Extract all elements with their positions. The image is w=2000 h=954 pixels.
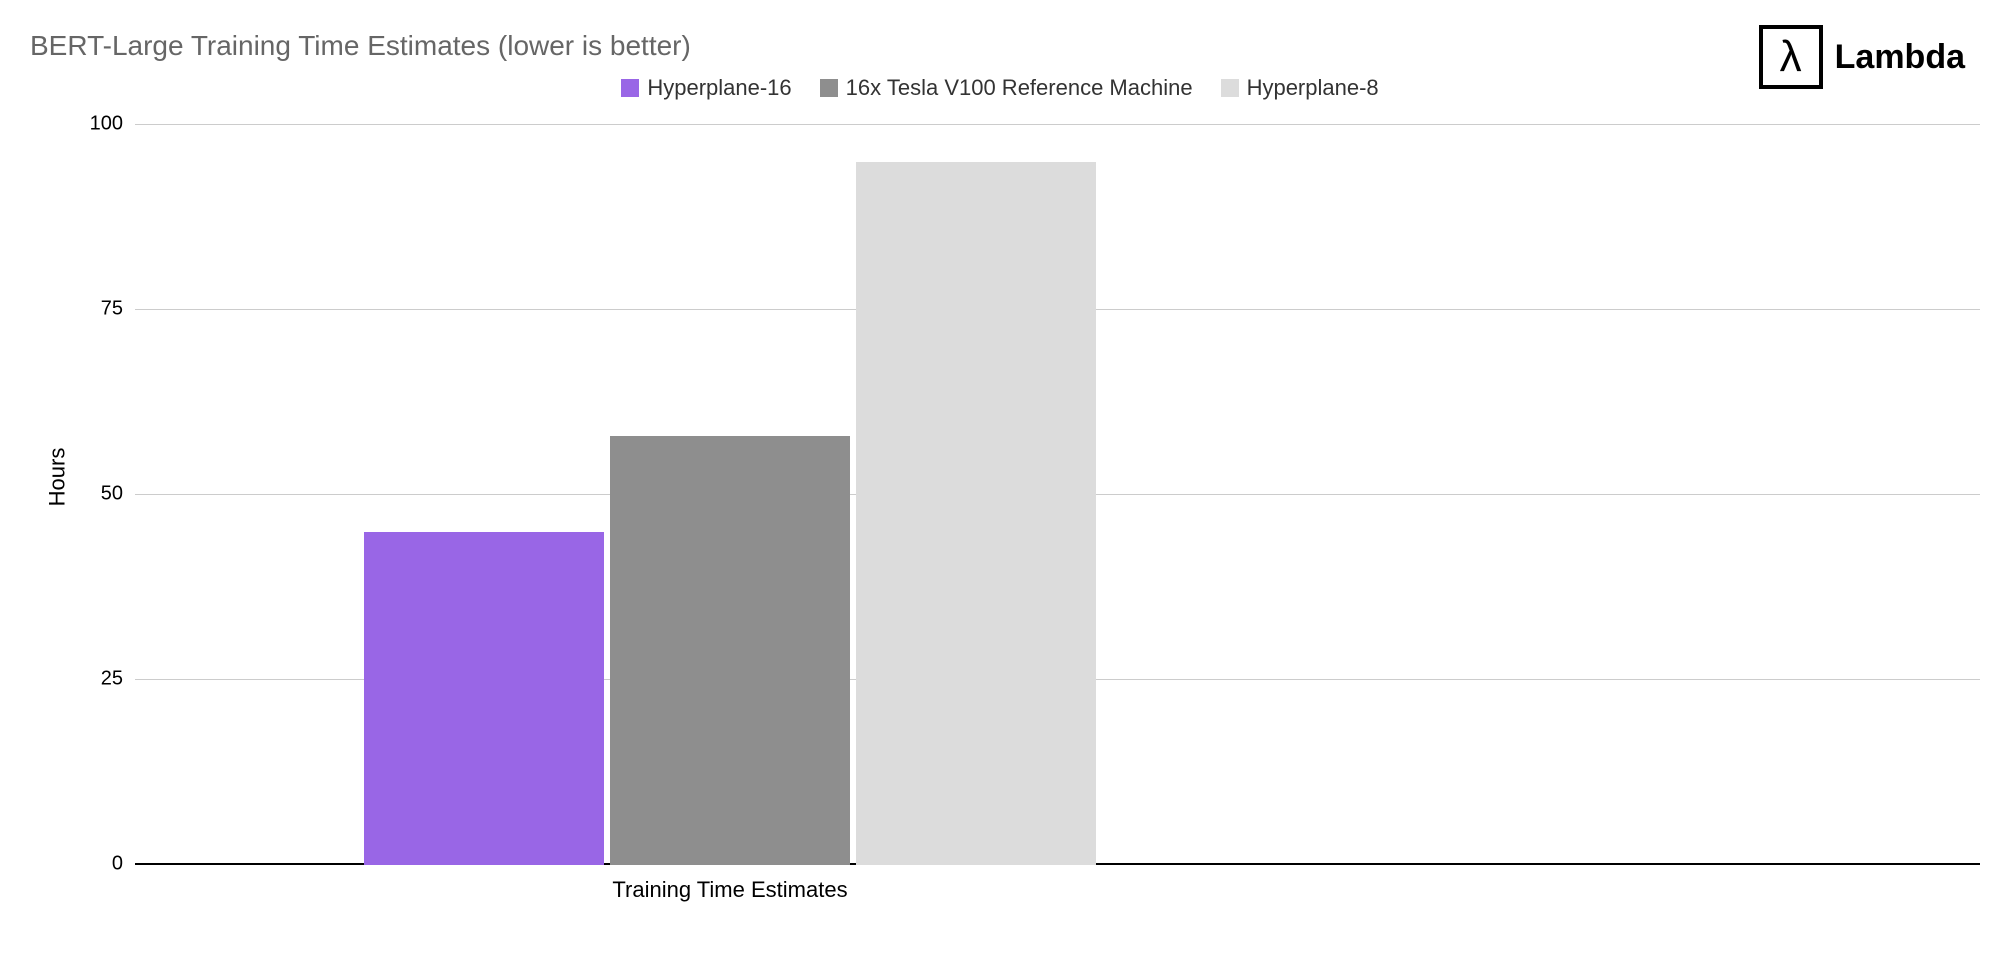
legend-label: Hyperplane-8 <box>1247 75 1379 101</box>
legend-item: 16x Tesla V100 Reference Machine <box>820 75 1193 101</box>
legend-label: 16x Tesla V100 Reference Machine <box>846 75 1193 101</box>
legend-item: Hyperplane-8 <box>1221 75 1379 101</box>
y-tick: 75 <box>73 298 123 321</box>
legend-item: Hyperplane-16 <box>621 75 791 101</box>
legend-swatch <box>820 79 838 97</box>
bar-v100-reference <box>610 436 850 865</box>
bar-hyperplane-8 <box>856 162 1096 865</box>
y-tick: 100 <box>73 113 123 136</box>
legend-swatch <box>1221 79 1239 97</box>
x-axis-label: Training Time Estimates <box>135 877 1325 903</box>
y-tick: 25 <box>73 668 123 691</box>
y-tick: 50 <box>73 483 123 506</box>
chart-title: BERT-Large Training Time Estimates (lowe… <box>30 30 691 62</box>
brand-name: Lambda <box>1835 38 1965 77</box>
legend-label: Hyperplane-16 <box>647 75 791 101</box>
bars-group <box>135 125 1325 865</box>
plot-area: 0 25 50 75 100 Training Time Estimates <box>135 125 1325 865</box>
legend-swatch <box>621 79 639 97</box>
y-axis-label: Hours <box>44 448 70 507</box>
legend: Hyperplane-16 16x Tesla V100 Reference M… <box>0 75 2000 101</box>
bar-hyperplane-16 <box>364 532 604 865</box>
y-tick: 0 <box>73 853 123 876</box>
